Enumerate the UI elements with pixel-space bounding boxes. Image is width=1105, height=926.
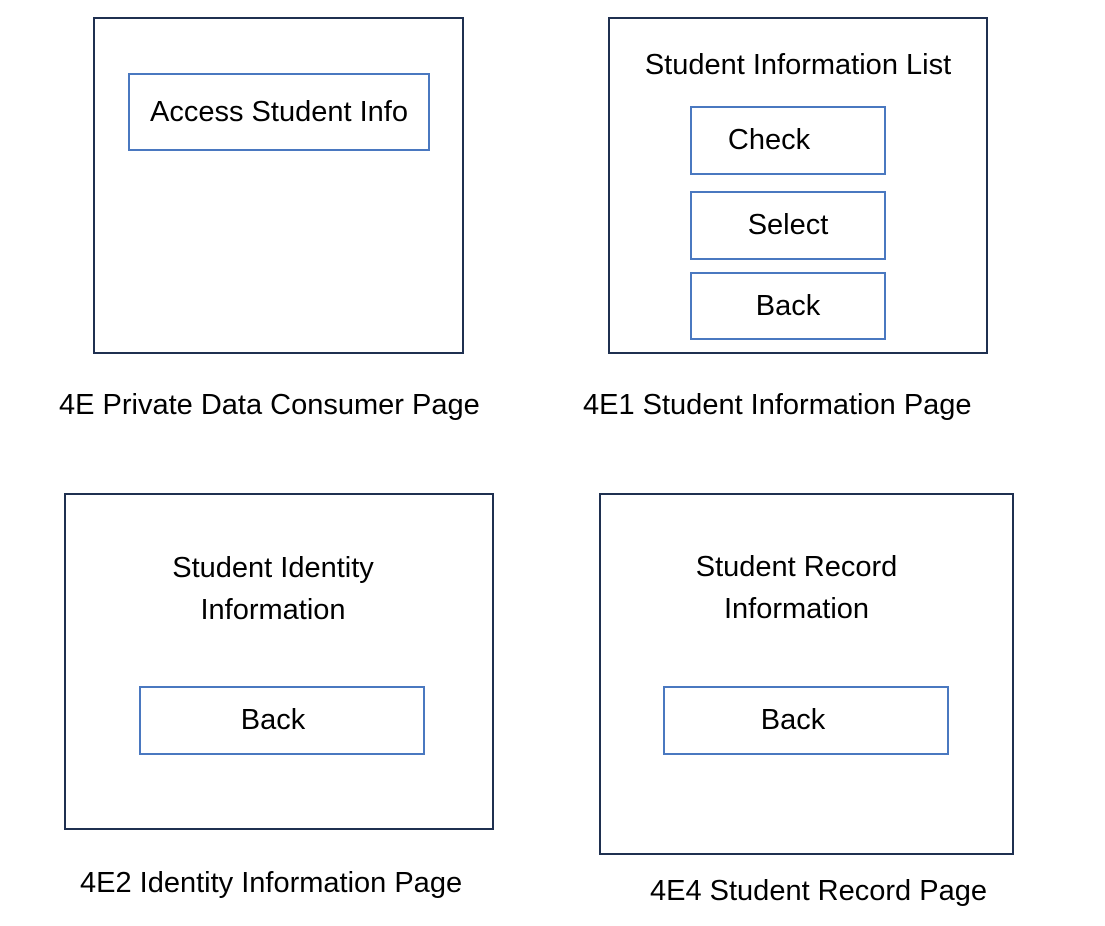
check-button[interactable]: Check <box>690 106 886 175</box>
private-data-consumer-page-frame <box>93 17 464 354</box>
identity-information-page-frame <box>64 493 494 830</box>
title-line-1: Student Record <box>695 551 898 583</box>
identity-information-page-caption: 4E2 Identity Information Page <box>80 867 463 899</box>
title-line-2: Information <box>723 593 870 625</box>
select-button[interactable]: Select <box>690 191 886 260</box>
student-information-list-title: Student Information List <box>644 49 952 81</box>
access-student-info-button[interactable]: Access Student Info <box>128 73 430 151</box>
student-record-information-title: Student Record Information <box>599 546 994 630</box>
student-information-page-caption: 4E1 Student Information Page <box>583 389 972 421</box>
student-record-back-button[interactable]: Back <box>663 686 949 755</box>
private-data-consumer-page-caption: 4E Private Data Consumer Page <box>59 389 480 421</box>
identity-information-back-button[interactable]: Back <box>139 686 425 755</box>
title-line-2: Information <box>200 594 346 626</box>
student-identity-information-title: Student Identity Information <box>64 547 482 631</box>
student-record-page-caption: 4E4 Student Record Page <box>650 875 987 907</box>
student-information-back-button[interactable]: Back <box>690 272 886 340</box>
title-line-1: Student Identity <box>172 552 374 584</box>
